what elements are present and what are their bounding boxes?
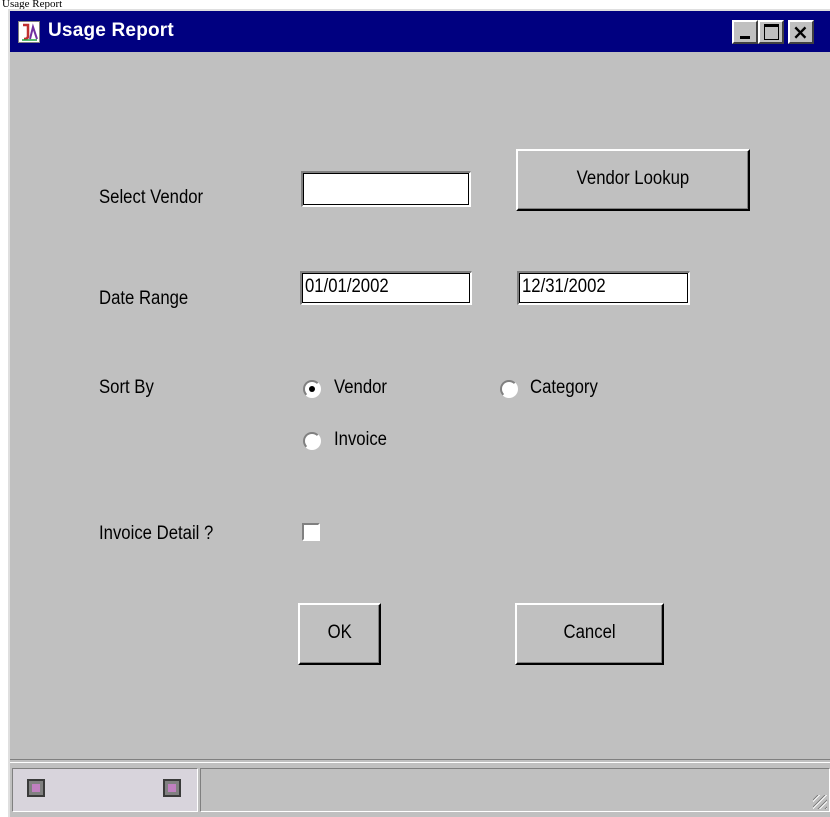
- sort-vendor-label[interactable]: Vendor: [334, 377, 387, 399]
- vendor-lookup-button[interactable]: Vendor Lookup: [516, 149, 750, 211]
- invoice-detail-label: Invoice Detail ?: [99, 523, 214, 544]
- sort-category-radio[interactable]: [500, 380, 518, 398]
- computer-icon: [27, 779, 45, 797]
- computer-icon: [163, 779, 181, 797]
- select-vendor-label: Select Vendor: [99, 187, 204, 208]
- caption-strip: Usage Report: [0, 0, 830, 9]
- ok-button[interactable]: OK: [298, 603, 381, 665]
- cancel-button[interactable]: Cancel: [515, 603, 664, 665]
- close-icon: ×: [792, 20, 809, 44]
- minimize-button[interactable]: [732, 20, 758, 44]
- window-title: Usage Report: [48, 20, 174, 41]
- sort-by-label: Sort By: [99, 377, 154, 398]
- status-bar-separator: [10, 759, 830, 763]
- sort-category-label[interactable]: Category: [530, 377, 598, 399]
- date-range-label: Date Range: [99, 288, 189, 309]
- resize-grip[interactable]: [813, 795, 827, 809]
- status-pane-left: [12, 768, 198, 812]
- invoice-detail-checkbox[interactable]: [302, 523, 320, 541]
- maximize-button[interactable]: [758, 20, 784, 44]
- vendor-input[interactable]: [301, 171, 471, 207]
- sort-vendor-radio[interactable]: [303, 380, 321, 398]
- sort-invoice-radio[interactable]: [303, 432, 321, 450]
- date-from-input[interactable]: 01/01/2002: [300, 271, 472, 305]
- app-icon[interactable]: [18, 21, 40, 43]
- close-button[interactable]: ×: [788, 20, 814, 44]
- status-pane-right: [200, 768, 830, 812]
- title-bar[interactable]: Usage Report ×: [10, 11, 830, 52]
- sort-invoice-label[interactable]: Invoice: [334, 429, 387, 451]
- usage-report-window: Usage Report × Select Vendor Vendor Look…: [8, 9, 830, 817]
- date-to-input[interactable]: 12/31/2002: [517, 271, 690, 305]
